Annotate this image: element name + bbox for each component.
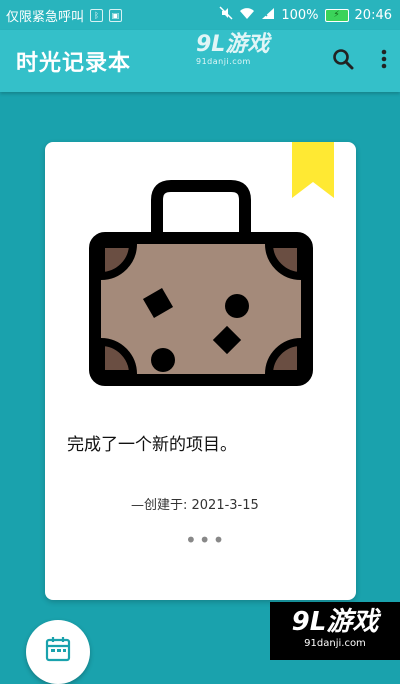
image-icon: ▣ (109, 8, 123, 22)
calendar-fab-button[interactable] (26, 620, 90, 684)
watermark-bottom-logo: 9L游戏 (291, 607, 379, 637)
bluetooth-icon: ᛒ (90, 8, 104, 22)
signal-icon (261, 7, 275, 24)
status-right: 100% ⚡ 20:46 (219, 6, 392, 24)
more-vert-icon[interactable] (380, 48, 388, 74)
watermark-bottom-url: 91danji.com (304, 638, 366, 649)
app-bar-actions (332, 48, 388, 74)
record-text: 完成了一个新的项目。 (67, 435, 237, 455)
mute-icon (219, 6, 233, 24)
battery-icon: ⚡ (324, 8, 349, 22)
created-date: —创建于: 2021-3-15 (131, 498, 259, 513)
carrier-text: 仅限紧急呼叫 (6, 9, 85, 25)
record-card[interactable]: 完成了一个新的项目。 —创建于: 2021-3-15 ••• (45, 142, 356, 600)
status-bar: 仅限紧急呼叫 ᛒ ▣ 100% ⚡ 20:46 (0, 0, 400, 30)
calendar-icon (45, 637, 71, 662)
app-title: 时光记录本 (16, 51, 132, 76)
status-left: 仅限紧急呼叫 ᛒ ▣ (6, 6, 123, 25)
battery-percent: 100% (281, 7, 319, 23)
more-dots-icon[interactable]: ••• (185, 528, 226, 552)
watermark-top: 9L游戏 91danji.com (196, 32, 270, 67)
wifi-icon (239, 7, 255, 24)
clock: 20:46 (354, 7, 392, 23)
watermark-top-logo: 9L游戏 (196, 32, 270, 57)
watermark-top-url: 91danji.com (196, 57, 251, 66)
watermark-bottom: 9L游戏 91danji.com (270, 602, 400, 660)
search-icon[interactable] (332, 48, 354, 74)
suitcase-icon (89, 180, 313, 386)
